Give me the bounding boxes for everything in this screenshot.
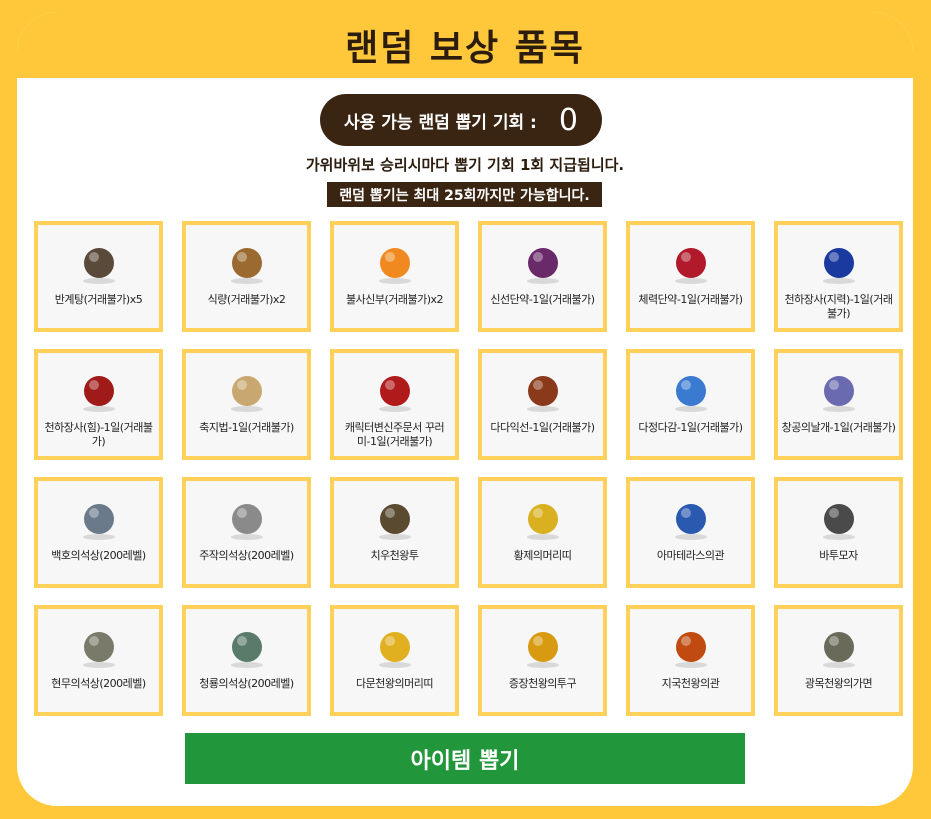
reward-item[interactable]: 캐릭터변신주문서 꾸러미-1일(거래불가) [330,349,459,460]
reward-item-label: 아마테라스의관 [656,549,725,562]
reward-item-label: 천하장사(힘)-1일(거래불가) [44,421,153,448]
reward-item[interactable]: 신선단약-1일(거래불가) [478,221,607,332]
phoenix-statue-icon [224,497,270,543]
reward-item[interactable]: 황제의머리띠 [478,477,607,588]
reward-item-label: 천하장사(지력)-1일(거래불가) [784,293,893,320]
red-orbs-icon [668,241,714,287]
reward-item-label: 현무의석상(200레벨) [51,677,146,690]
reward-item-label: 증장천왕의투구 [508,677,577,690]
potion-icon [668,369,714,415]
reward-item-label: 캐릭터변신주문서 꾸러미-1일(거래불가) [344,421,445,448]
reward-item-label: 다정다감-1일(거래불가) [638,421,743,434]
mask-icon [816,625,862,671]
fire-crown-icon [668,625,714,671]
headband-icon [520,497,566,543]
crown-icon [668,497,714,543]
reward-item-label: 다다익선-1일(거래불가) [490,421,595,434]
reward-item-label: 바투모자 [819,549,858,562]
draw-chance-badge: 사용 가능 랜덤 뽑기 기회 : 0 [320,94,602,146]
notice-line-2: 랜덤 뽑기는 최대 25회까지만 가능합니다. [327,182,602,207]
reward-item[interactable]: 백호의석상(200레벨) [34,477,163,588]
blue-orb-icon [816,241,862,287]
reward-item-label: 신선단약-1일(거래불가) [490,293,595,306]
reward-item-label: 창공의날개-1일(거래불가) [781,421,896,434]
reward-item[interactable]: 천하장사(힘)-1일(거래불가) [34,349,163,460]
reward-item[interactable]: 창공의날개-1일(거래불가) [774,349,903,460]
reward-item[interactable]: 체력단약-1일(거래불가) [626,221,755,332]
sack-icon [224,241,270,287]
reward-item-label: 식량(거래불가)x2 [207,293,286,306]
reward-item[interactable]: 아마테라스의관 [626,477,755,588]
reward-item-label: 반계탕(거래불가)x5 [54,293,143,306]
scroll-icon [224,369,270,415]
pouch-icon [372,369,418,415]
reward-item[interactable]: 다문천왕의머리띠 [330,605,459,716]
draw-chance-label: 사용 가능 랜덤 뽑기 기회 : [344,112,537,133]
food-tray-icon [520,369,566,415]
reward-item[interactable]: 주작의석상(200레벨) [182,477,311,588]
reward-item[interactable]: 바투모자 [774,477,903,588]
reward-item[interactable]: 현무의석상(200레벨) [34,605,163,716]
reward-item-grid: 반계탕(거래불가)x5 식량(거래불가)x2 불사신부(거래불가)x2 신선단약-1일… [34,221,903,716]
dragon-statue-icon [224,625,270,671]
gold-headband-icon [372,625,418,671]
reward-item[interactable]: 치우천왕투 [330,477,459,588]
draw-item-button[interactable]: 아이템 뽑기 [185,733,745,784]
panel-header: 랜덤 보상 품목 [17,12,913,78]
reward-item[interactable]: 지국천왕의관 [626,605,755,716]
reward-item-label: 불사신부(거래불가)x2 [345,293,444,306]
reward-item[interactable]: 식량(거래불가)x2 [182,221,311,332]
reward-item-label: 주작의석상(200레벨) [199,549,294,562]
reward-item-label: 청룡의석상(200레벨) [199,677,294,690]
notice-line-1: 가위바위보 승리시마다 뽑기 기회 1회 지급됩니다. [305,156,625,174]
reward-item[interactable]: 다정다감-1일(거래불가) [626,349,755,460]
turtle-statue-icon [76,625,122,671]
talisman-icon [372,241,418,287]
reward-panel: 랜덤 보상 품목 사용 가능 랜덤 뽑기 기회 : 0 가위바위보 승리시마다 … [17,12,913,806]
reward-item-label: 축지법-1일(거래불가) [199,421,294,434]
helmet-icon [372,497,418,543]
draw-chance-count: 0 [558,102,578,138]
reward-item[interactable]: 축지법-1일(거래불가) [182,349,311,460]
reward-item-label: 체력단약-1일(거래불가) [638,293,743,306]
page-title: 랜덤 보상 품목 [345,28,585,69]
reward-item-label: 다문천왕의머리띠 [356,677,433,690]
reward-item[interactable]: 천하장사(지력)-1일(거래불가) [774,221,903,332]
reward-item[interactable]: 반계탕(거래불가)x5 [34,221,163,332]
orbs-icon [520,241,566,287]
reward-item[interactable]: 다다익선-1일(거래불가) [478,349,607,460]
reward-item[interactable]: 청룡의석상(200레벨) [182,605,311,716]
reward-item[interactable]: 광목천왕의가면 [774,605,903,716]
reward-item-label: 지국천왕의관 [661,677,720,690]
reward-item-label: 치우천왕투 [370,549,419,562]
reward-item-label: 백호의석상(200레벨) [51,549,146,562]
reward-item-label: 황제의머리띠 [513,549,572,562]
gold-helmet-icon [520,625,566,671]
reward-item[interactable]: 불사신부(거래불가)x2 [330,221,459,332]
red-orb-icon [76,369,122,415]
reward-item[interactable]: 증장천왕의투구 [478,605,607,716]
wings-icon [816,369,862,415]
hat-icon [816,497,862,543]
pot-icon [76,241,122,287]
tiger-statue-icon [76,497,122,543]
reward-item-label: 광목천왕의가면 [804,677,873,690]
